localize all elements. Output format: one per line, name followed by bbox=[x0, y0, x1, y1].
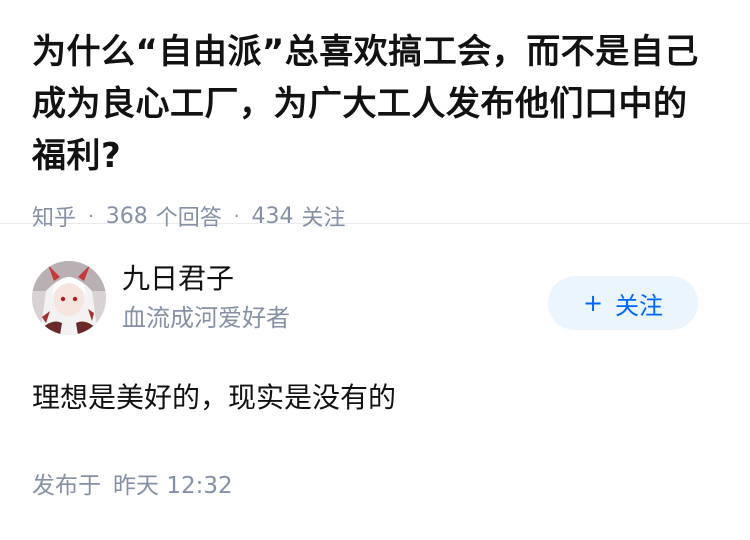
author-bio: 血流成河爱好者 bbox=[122, 304, 290, 332]
follower-count-label: 关注 bbox=[301, 206, 346, 231]
author-row: 九日君子 血流成河爱好者 + 关注 bbox=[32, 258, 718, 338]
plus-icon: + bbox=[582, 289, 604, 317]
author-info: 九日君子 血流成河爱好者 bbox=[122, 261, 548, 335]
question-title[interactable]: 为什么“自由派”总喜欢搞工会，而不是自己成为良心工厂，为广大工人发布他们口中的福… bbox=[32, 26, 718, 182]
answer-count-label: 个回答 bbox=[155, 206, 222, 231]
answer-timestamp: 发布于 昨天 12:32 bbox=[32, 466, 718, 500]
avatar[interactable] bbox=[32, 261, 106, 335]
time-prefix: 发布于 bbox=[32, 473, 101, 499]
follower-count: 434 bbox=[251, 203, 294, 229]
follow-button-label: 关注 bbox=[615, 291, 664, 320]
meta-separator: · bbox=[88, 205, 94, 227]
answer-count: 368 bbox=[105, 203, 148, 229]
time-clock: 12:32 bbox=[166, 473, 233, 499]
meta-separator: · bbox=[233, 205, 240, 227]
author-name[interactable]: 九日君子 bbox=[122, 261, 548, 297]
source-label: 知乎 bbox=[32, 206, 77, 231]
time-day: 昨天 bbox=[113, 473, 159, 499]
answer-content[interactable]: 理想是美好的，现实是没有的 bbox=[32, 378, 718, 418]
answer-card: 九日君子 血流成河爱好者 + 关注 理想是美好的，现实是没有的 发布于 昨天 12… bbox=[0, 224, 750, 500]
question-header: 为什么“自由派”总喜欢搞工会，而不是自己成为良心工厂，为广大工人发布他们口中的福… bbox=[0, 0, 750, 231]
follow-button[interactable]: + 关注 bbox=[548, 276, 698, 330]
anime-avatar-icon bbox=[32, 261, 106, 335]
